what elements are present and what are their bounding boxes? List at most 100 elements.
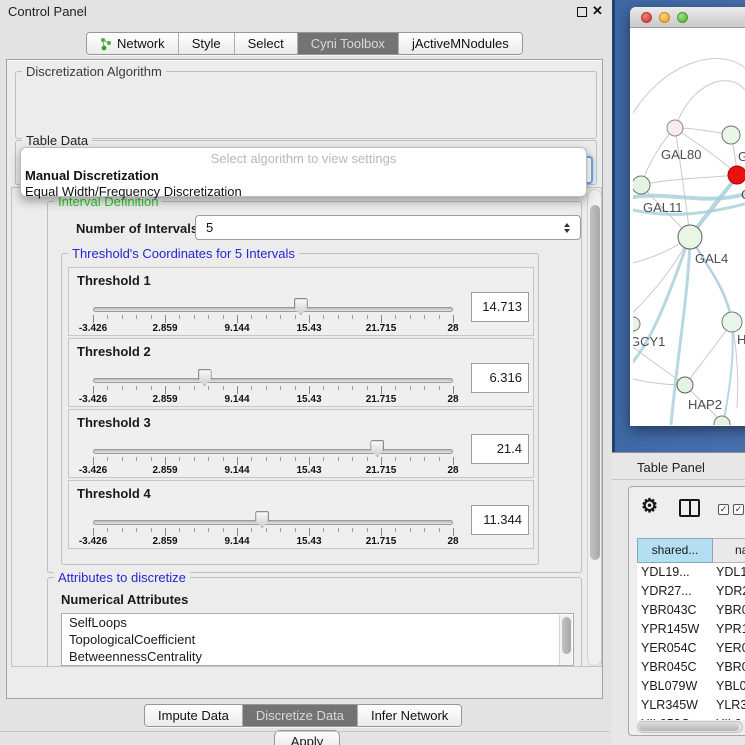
network-node[interactable] bbox=[722, 312, 742, 332]
panel-title: Control Panel bbox=[8, 4, 87, 19]
network-canvas[interactable]: GAL80G.GAL11CGAL4GCY1HHAP2 bbox=[633, 28, 745, 425]
tab-cyni-toolbox[interactable]: Cyni Toolbox bbox=[297, 33, 398, 54]
slider-knob[interactable] bbox=[198, 369, 212, 386]
threshold-slider[interactable] bbox=[93, 307, 453, 312]
zoom-traffic-light-icon[interactable] bbox=[677, 12, 688, 23]
table-row[interactable]: YDL19...YDL1 bbox=[637, 563, 745, 582]
cell-name: YDR2 bbox=[716, 582, 745, 601]
tab-style[interactable]: Style bbox=[178, 33, 234, 54]
split-columns-icon[interactable] bbox=[679, 499, 700, 517]
tab-label: Select bbox=[248, 36, 284, 51]
tab-label: Impute Data bbox=[158, 708, 229, 723]
network-node[interactable] bbox=[722, 126, 740, 144]
close-panel-icon[interactable]: ✕ bbox=[592, 3, 603, 19]
threshold-label: Threshold 1 bbox=[77, 273, 151, 288]
tab-network[interactable]: Network bbox=[87, 33, 178, 54]
network-edge bbox=[675, 128, 690, 237]
column-header-shared-name[interactable]: shared... bbox=[637, 538, 713, 563]
network-edge bbox=[633, 59, 745, 120]
cell-shared-name: YBR043C bbox=[641, 601, 711, 620]
tab-select[interactable]: Select bbox=[234, 33, 297, 54]
discretization-algorithm-title: Discretization Algorithm bbox=[22, 64, 166, 79]
cell-shared-name: YIL053C bbox=[641, 715, 711, 720]
dropdown-option[interactable]: Equal Width/Frequency Discretization bbox=[24, 184, 583, 200]
apply-button[interactable]: Apply bbox=[274, 730, 340, 745]
dropdown-option[interactable]: Manual Discretization bbox=[24, 168, 583, 184]
minimize-traffic-light-icon[interactable] bbox=[659, 12, 670, 23]
cell-shared-name: YDR27... bbox=[641, 582, 711, 601]
node-label: GAL4 bbox=[695, 251, 728, 266]
table-panel: Table Panel ⚙ ✓ ✓ shared... na YDL19...Y… bbox=[612, 452, 745, 745]
settings-scrollbar[interactable] bbox=[587, 189, 602, 666]
float-panel-icon[interactable] bbox=[577, 7, 587, 17]
network-edge bbox=[690, 237, 732, 322]
select-all-checkbox-icon[interactable]: ✓ bbox=[718, 504, 729, 515]
tab-infer-network[interactable]: Infer Network bbox=[357, 705, 461, 726]
attribute-list-item[interactable]: SelfLoops bbox=[62, 614, 573, 631]
attributes-group-title: Attributes to discretize bbox=[54, 570, 190, 585]
number-of-intervals-combobox[interactable]: 5 bbox=[195, 215, 581, 240]
network-edge bbox=[633, 194, 745, 199]
table-row[interactable]: YDR27... YDR2 bbox=[637, 582, 745, 601]
attribute-list-item[interactable]: BetweennessCentrality bbox=[62, 648, 573, 665]
table-row[interactable]: YBR045CYBR0 bbox=[637, 658, 745, 677]
number-of-intervals-label: Number of Intervals bbox=[76, 221, 198, 236]
network-node[interactable] bbox=[633, 317, 640, 331]
network-window-titlebar[interactable] bbox=[630, 7, 745, 28]
algorithm-dropdown-popup: Select algorithm to view settings Manual… bbox=[20, 147, 587, 197]
cell-shared-name: YDL19... bbox=[641, 563, 711, 582]
tab-jactivemnodules[interactable]: jActiveMNodules bbox=[398, 33, 522, 54]
numerical-attributes-label: Numerical Attributes bbox=[61, 592, 188, 607]
slider-knob[interactable] bbox=[294, 298, 308, 315]
column-header-name[interactable]: na bbox=[713, 538, 745, 563]
node-label: HAP2 bbox=[688, 397, 722, 412]
network-edge bbox=[723, 322, 733, 425]
tab-impute-data[interactable]: Impute Data bbox=[145, 705, 242, 726]
threshold-slider[interactable] bbox=[93, 520, 453, 525]
network-node[interactable] bbox=[714, 416, 730, 425]
threshold-value-field[interactable]: 21.4 bbox=[471, 434, 529, 464]
table-panel-title: Table Panel bbox=[637, 460, 705, 475]
gear-icon[interactable]: ⚙ bbox=[641, 497, 658, 516]
threshold-slider[interactable] bbox=[93, 378, 453, 383]
interval-definition-group: Interval Definition Number of Intervals … bbox=[47, 201, 582, 573]
node-label: GAL11 bbox=[643, 200, 683, 215]
close-traffic-light-icon[interactable] bbox=[641, 12, 652, 23]
list-scrollbar[interactable] bbox=[559, 615, 572, 665]
table-data-title: Table Data bbox=[22, 133, 92, 148]
threshold-coordinates-title: Threshold's Coordinates for 5 Intervals bbox=[68, 246, 299, 261]
threshold-value-field[interactable]: 6.316 bbox=[471, 363, 529, 393]
discretization-algorithm-group: Discretization Algorithm bbox=[15, 71, 597, 139]
network-edge bbox=[690, 237, 732, 322]
table-row[interactable]: YBR043CYBR0 bbox=[637, 601, 745, 620]
attribute-list-item[interactable]: TopologicalCoefficient bbox=[62, 631, 573, 648]
table-horizontal-scrollbar[interactable] bbox=[637, 721, 743, 733]
network-node[interactable] bbox=[728, 166, 745, 184]
attributes-group: Attributes to discretize Numerical Attri… bbox=[47, 577, 582, 667]
slider-knob[interactable] bbox=[370, 440, 384, 457]
node-attribute-table: shared... na YDL19...YDL1YDR27...YDR2YBR… bbox=[637, 538, 745, 720]
table-row[interactable]: YPR145WYPR1 bbox=[637, 620, 745, 639]
select-none-checkbox-icon[interactable]: ✓ bbox=[733, 504, 744, 515]
numerical-attributes-list[interactable]: SelfLoopsTopologicalCoefficientBetweenne… bbox=[61, 613, 574, 666]
threshold-row: Threshold 2 -3.4262.8599.14415.4321.7152… bbox=[68, 338, 534, 407]
stepper-icon bbox=[560, 223, 574, 233]
threshold-value-field[interactable]: 11.344 bbox=[471, 505, 529, 535]
node-label: GCY1 bbox=[633, 334, 665, 349]
table-row[interactable]: YIL053CYIL0 bbox=[637, 715, 745, 720]
table-row[interactable]: YLR345WYLR3 bbox=[637, 696, 745, 715]
table-row[interactable]: YBL079WYBL0 bbox=[637, 677, 745, 696]
network-node[interactable] bbox=[677, 377, 693, 393]
network-view-window: GAL80G.GAL11CGAL4GCY1HHAP2 bbox=[630, 7, 745, 426]
network-node[interactable] bbox=[633, 176, 650, 194]
network-node[interactable] bbox=[678, 225, 702, 249]
threshold-slider[interactable] bbox=[93, 449, 453, 454]
slider-knob[interactable] bbox=[255, 511, 269, 528]
threshold-coordinates-group: Threshold's Coordinates for 5 Intervals … bbox=[61, 253, 539, 565]
table-row[interactable]: YER054CYER0 bbox=[637, 639, 745, 658]
settings-scrollbar-thumb[interactable] bbox=[590, 205, 600, 560]
tab-label: Discretize Data bbox=[256, 708, 344, 723]
threshold-value-field[interactable]: 14.713 bbox=[471, 292, 529, 322]
network-node[interactable] bbox=[667, 120, 683, 136]
tab-discretize-data[interactable]: Discretize Data bbox=[242, 705, 357, 726]
